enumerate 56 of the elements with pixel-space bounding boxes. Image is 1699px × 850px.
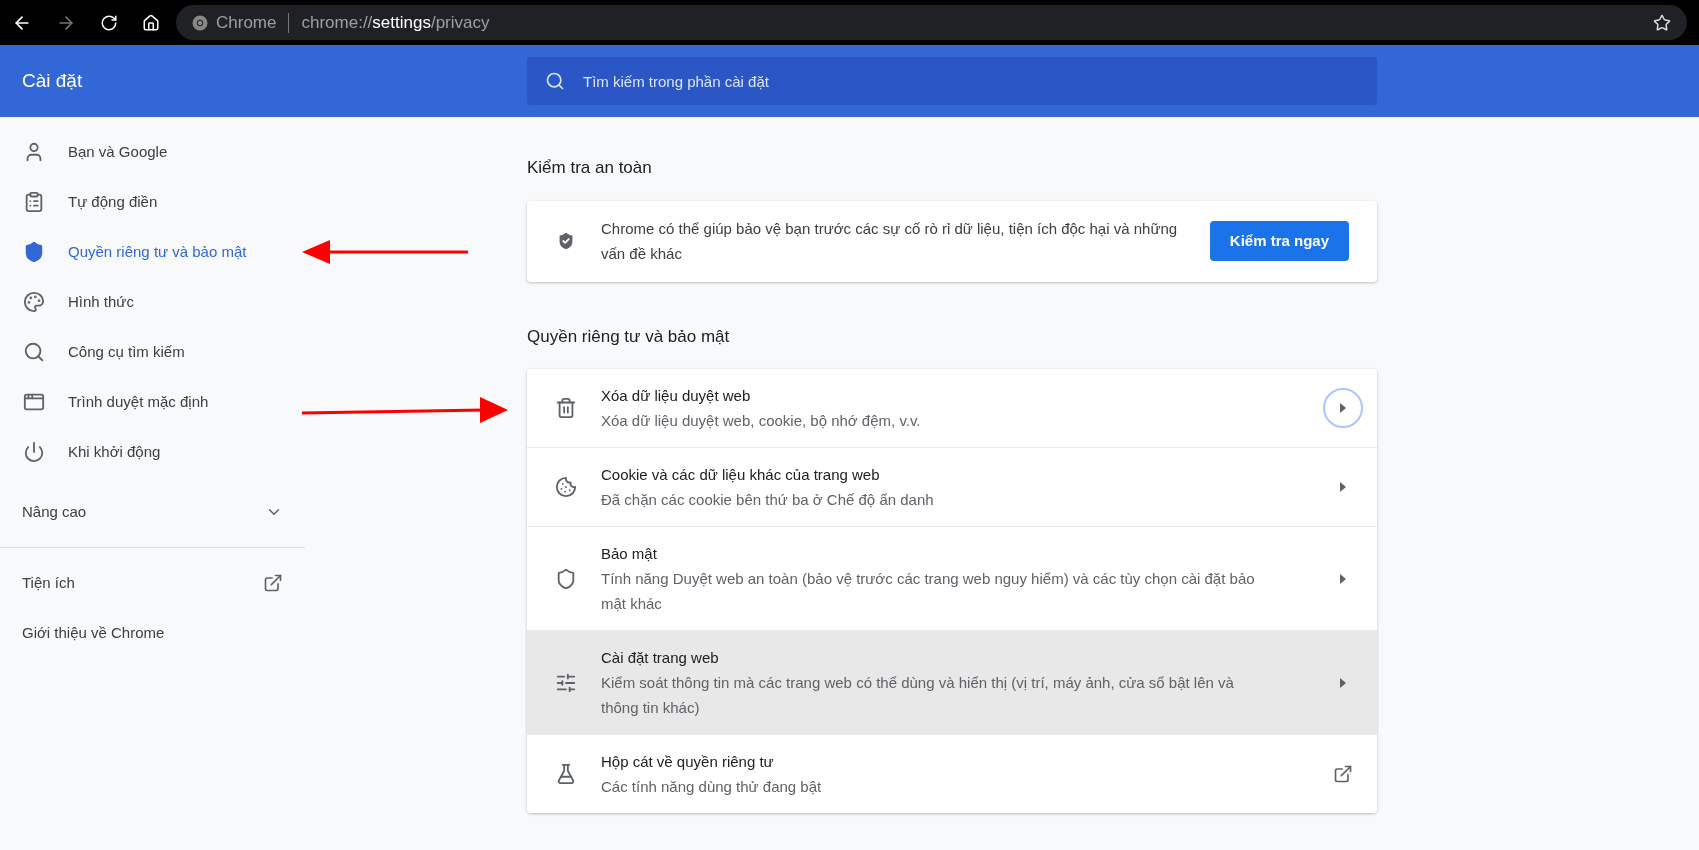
settings-title: Cài đặt [22, 69, 83, 91]
home-icon[interactable] [142, 13, 160, 32]
advanced-toggle[interactable]: Nâng cao [0, 487, 305, 537]
settings-row[interactable]: Cài đặt trang web Kiểm soát thông tin mà các trang web có thể dùng và hiển thị (vị trí, máy ảnh, cửa sổ bật lên và thông tin khác) [527, 630, 1377, 734]
row-subtitle: Kiểm soát thông tin mà các trang web có thể dùng và hiển thị (vị trí, máy ảnh, cửa sổ bật lên và thông tin khác) [601, 673, 1235, 718]
sidebar-item[interactable]: Bạn và Google [0, 127, 305, 177]
row-title: Cài đặt trang web [601, 648, 720, 668]
search-field[interactable]: Tìm kiếm trong phần cài đặt [527, 57, 1377, 105]
row-subtitle: Tính năng Duyệt web an toàn (bảo vệ trước các trang web nguy hiểm) và các tùy chọn cài đặt bảo mật khác [601, 569, 1256, 614]
row-subtitle: Đã chặn các cookie bên thứ ba ở Chế độ ẩn danh [601, 490, 935, 510]
chrome-logo-icon [192, 14, 208, 31]
row-title: Bảo mật [601, 544, 658, 564]
row-title: Cookie và các dữ liệu khác của trang web [601, 465, 881, 485]
url-text: chrome://settings/privacy [301, 11, 490, 34]
section-heading: Quyền riêng tư và bảo mật [527, 325, 730, 348]
check-now-button[interactable]: Kiểm tra ngay [1209, 221, 1349, 261]
sidebar-item[interactable]: Quyền riêng tư và bảo mật [0, 227, 305, 277]
settings-row[interactable]: Cookie và các dữ liệu khác của trang web Đã chặn các cookie bên thứ ba ở Chế độ ẩn danh [527, 447, 1377, 526]
caret-icon [1340, 573, 1346, 584]
address-bar[interactable]: Chrome chrome://settings/privacy [176, 5, 1687, 40]
external-link-icon [1333, 764, 1353, 784]
caret-icon [1340, 482, 1346, 492]
sidebar-item[interactable]: Trình duyệt mặc định [0, 377, 305, 427]
safety-check-text: Chrome có thể giúp bảo vệ bạn trước các sự cố rò rỉ dữ liệu, tiện ích độc hại và những vấn đề khác [601, 219, 1179, 264]
search-icon [545, 71, 565, 91]
sidebar-item[interactable]: Khi khởi động [0, 427, 305, 477]
cookie-icon [555, 476, 577, 498]
caret-icon [1340, 403, 1346, 413]
sidebar-item[interactable]: Hình thức [0, 277, 305, 327]
reload-icon[interactable] [100, 13, 118, 32]
browser-window-icon [23, 391, 45, 413]
power-icon [23, 441, 45, 463]
row-title: Hộp cát về quyền riêng tư [601, 752, 775, 772]
caret-icon [1340, 677, 1346, 688]
shield-icon [555, 567, 577, 590]
row-title: Xóa dữ liệu duyệt web [601, 386, 752, 406]
site-name: Chrome [216, 11, 277, 34]
shield-icon [23, 241, 45, 263]
sliders-icon [555, 671, 577, 694]
sidebar-item[interactable]: Tự động điền [0, 177, 305, 227]
sidebar-link[interactable]: Giới thiệu về Chrome [0, 608, 305, 658]
bookmark-star-icon[interactable] [1653, 13, 1671, 32]
flask-icon [555, 763, 577, 785]
section-heading: Kiểm tra an toàn [527, 157, 652, 179]
settings-row[interactable]: Bảo mật Tính năng Duyệt web an toàn (bảo vệ trước các trang web nguy hiểm) và các tùy chọn cài đặt bảo mật khác [527, 526, 1377, 630]
palette-icon [23, 291, 45, 313]
sidebar-item[interactable]: Công cụ tìm kiếm [0, 327, 305, 377]
clipboard-icon [23, 191, 45, 213]
search-icon [23, 341, 45, 363]
row-subtitle: Xóa dữ liệu duyệt web, cookie, bộ nhớ đệm, v.v. [601, 411, 922, 431]
external-link-icon [263, 573, 283, 593]
sidebar-link[interactable]: Tiện ích [0, 558, 305, 608]
row-subtitle: Các tính năng dùng thử đang bật [601, 777, 823, 797]
trash-icon [555, 397, 577, 419]
settings-row[interactable]: Hộp cát về quyền riêng tư Các tính năng dùng thử đang bật [527, 734, 1377, 813]
settings-row[interactable]: Xóa dữ liệu duyệt web Xóa dữ liệu duyệt web, cookie, bộ nhớ đệm, v.v. [527, 369, 1377, 447]
